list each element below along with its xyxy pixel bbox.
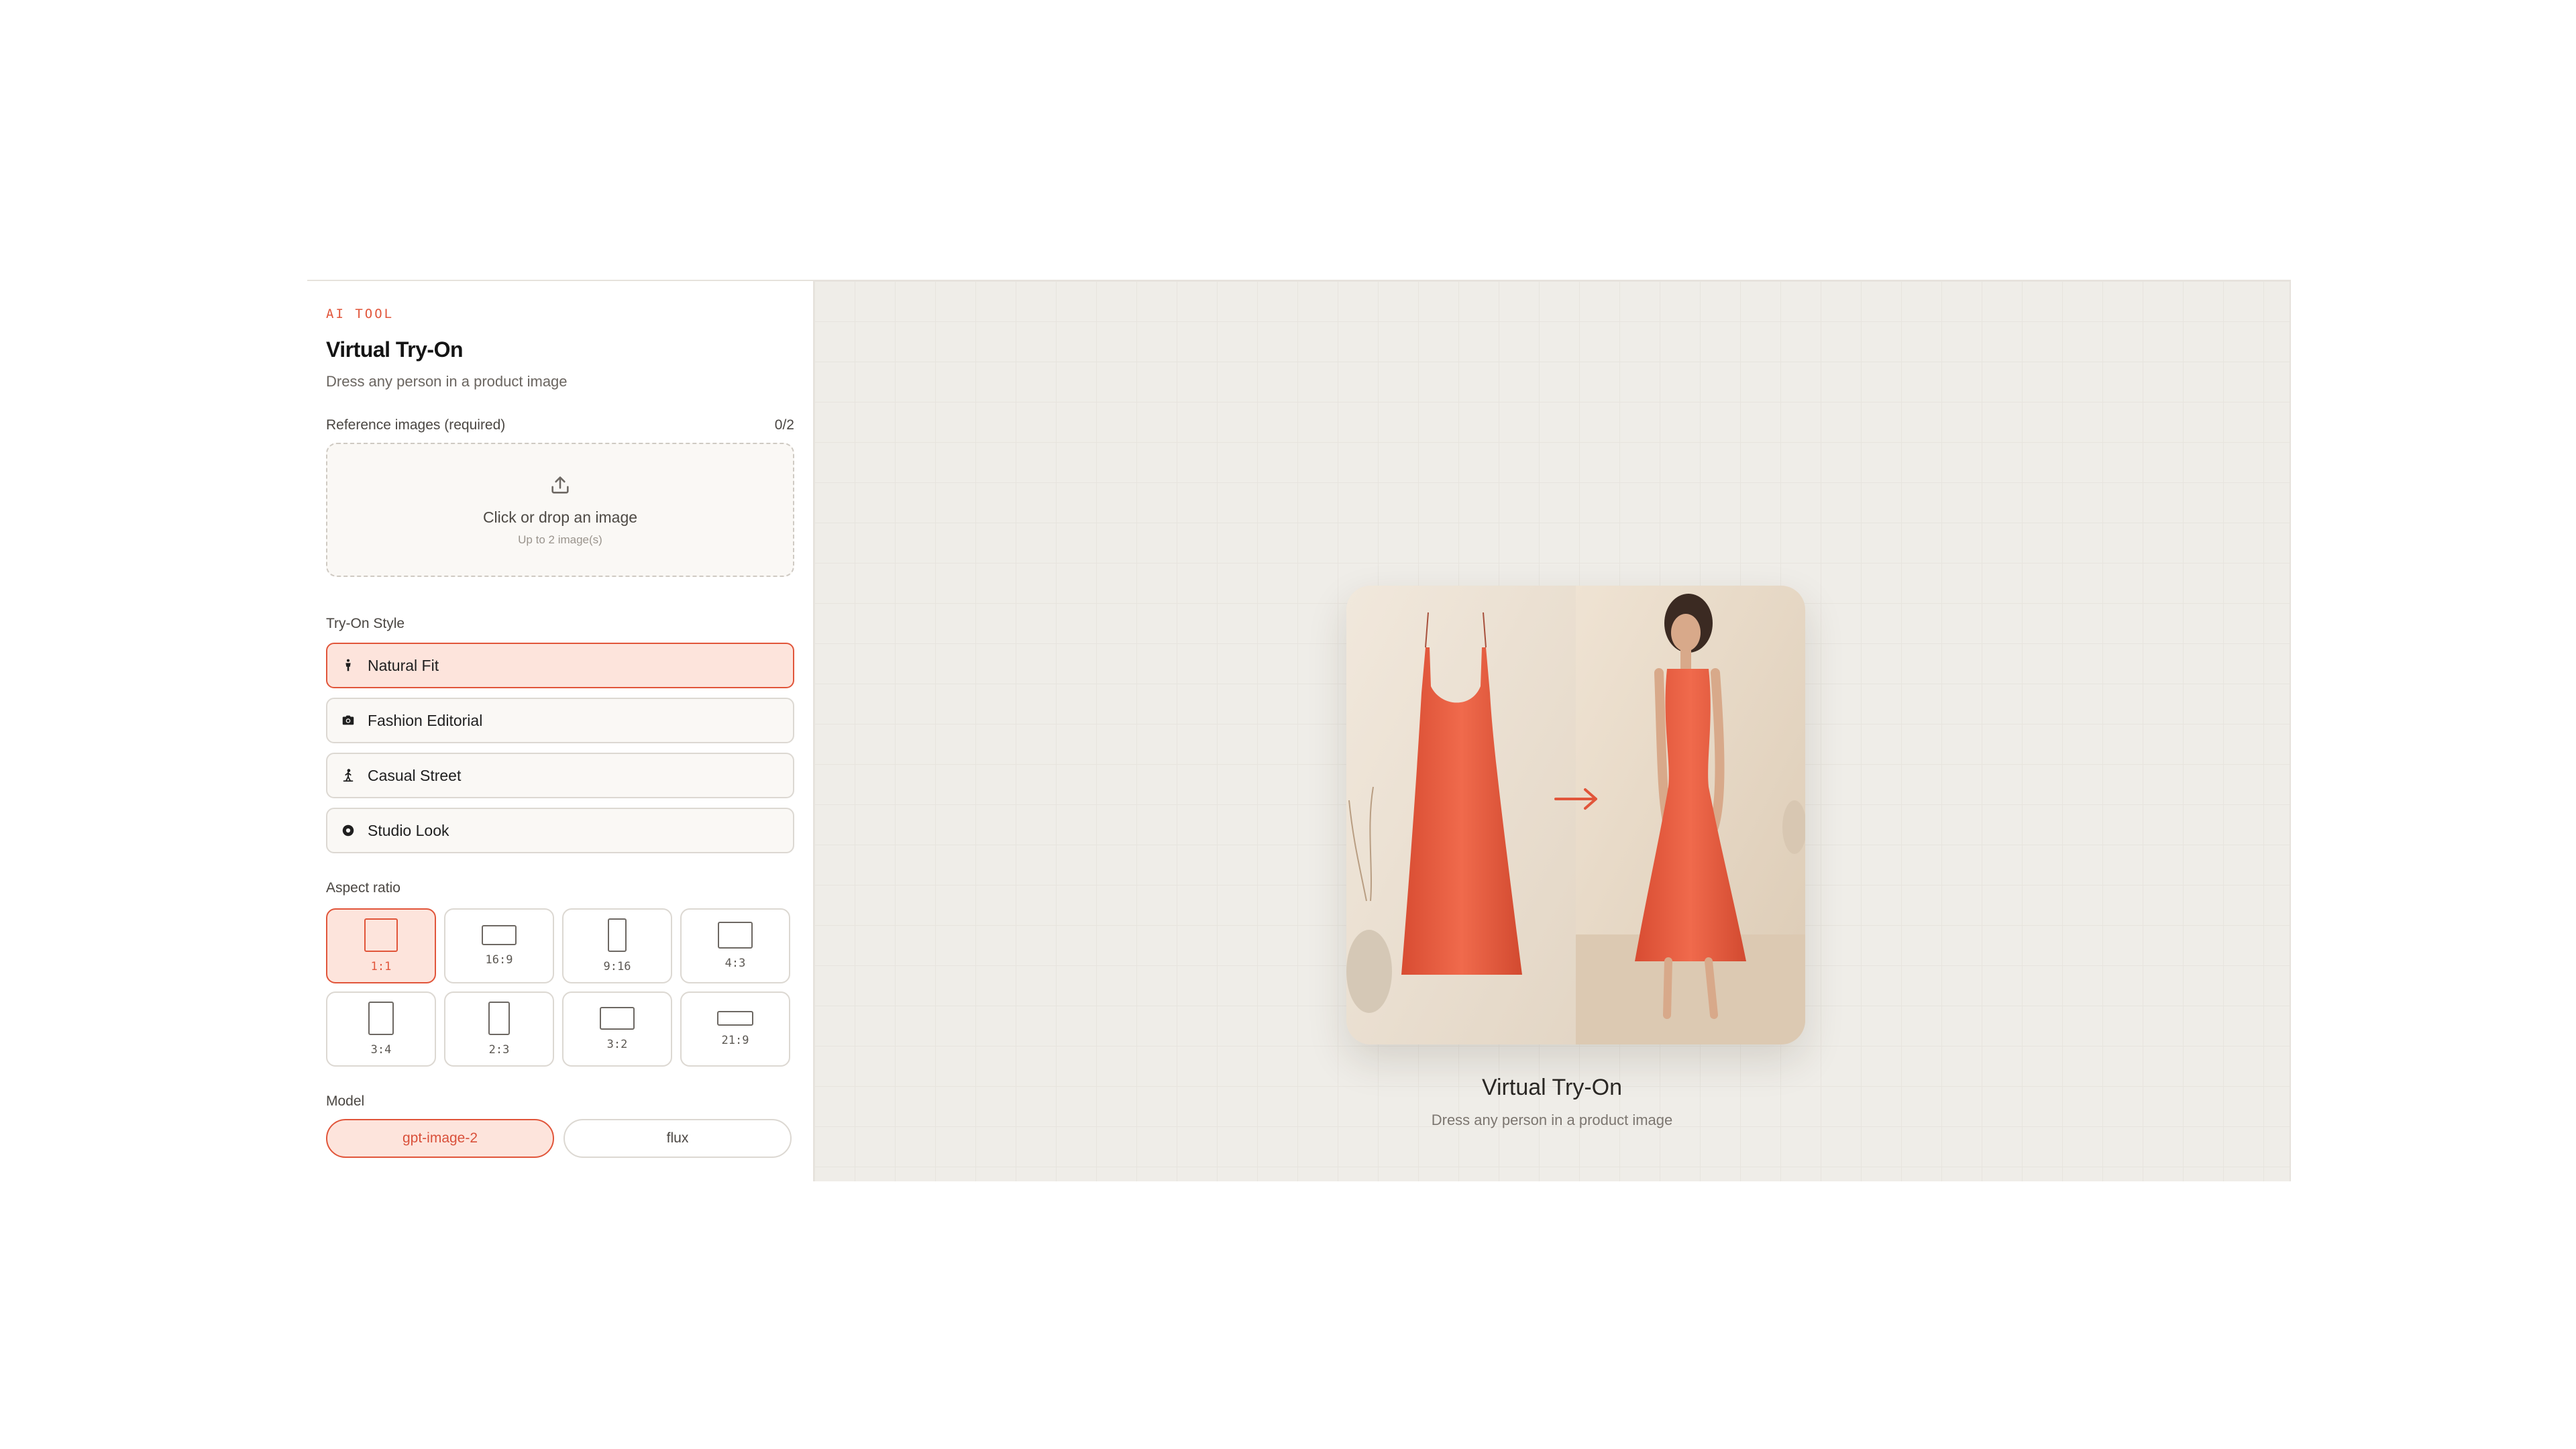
style-option-label: Fashion Editorial xyxy=(368,711,483,729)
app-window: AI TOOL Virtual Try-On Dress any person … xyxy=(307,280,2291,1181)
ratio-shape xyxy=(368,1002,394,1035)
tool-eyebrow: AI TOOL xyxy=(326,307,394,321)
aperture-icon xyxy=(339,822,357,839)
style-option-casual-street[interactable]: Casual Street xyxy=(326,753,794,798)
aspect-ratio-9-16[interactable]: 9:16 xyxy=(562,908,672,983)
upload-icon xyxy=(551,476,569,494)
aspect-ratio-21-9[interactable]: 21:9 xyxy=(680,991,790,1067)
walking-icon xyxy=(339,767,357,784)
person-icon xyxy=(339,657,357,674)
ratio-label: 21:9 xyxy=(721,1034,749,1047)
aspect-ratio-16-9[interactable]: 16:9 xyxy=(444,908,554,983)
preview-subtitle: Dress any person in a product image xyxy=(1431,1112,1673,1128)
image-dropzone[interactable]: Click or drop an image Up to 2 image(s) xyxy=(326,443,794,577)
dropzone-hint: Up to 2 image(s) xyxy=(518,533,602,546)
aspect-ratio-label: Aspect ratio xyxy=(326,880,400,896)
ratio-shape xyxy=(488,1002,510,1035)
reference-images-header: Reference images (required) 0/2 xyxy=(326,417,794,433)
reference-images-label: Reference images (required) xyxy=(326,417,506,433)
style-option-fashion-editorial[interactable]: Fashion Editorial xyxy=(326,698,794,743)
model-option-gpt-image-2[interactable]: gpt-image-2 xyxy=(326,1119,554,1158)
style-option-label: Studio Look xyxy=(368,821,449,839)
camera-icon xyxy=(339,712,357,729)
ratio-label: 3:4 xyxy=(370,1043,392,1057)
style-option-natural-fit[interactable]: Natural Fit xyxy=(326,643,794,688)
style-option-label: Casual Street xyxy=(368,766,462,784)
tool-subtitle: Dress any person in a product image xyxy=(326,373,568,390)
dropzone-text: Click or drop an image xyxy=(482,508,638,526)
preview-example-image xyxy=(1346,586,1805,1044)
tool-sidebar: AI TOOL Virtual Try-On Dress any person … xyxy=(307,281,814,1181)
ratio-label: 2:3 xyxy=(488,1043,510,1057)
ratio-shape xyxy=(608,918,627,952)
model-label: Model xyxy=(326,1093,365,1109)
model-option-flux[interactable]: flux xyxy=(564,1119,792,1158)
ratio-label: 9:16 xyxy=(603,960,631,973)
ratio-label: 1:1 xyxy=(370,960,392,973)
preview-title: Virtual Try-On xyxy=(1481,1075,1623,1100)
ratio-shape xyxy=(718,922,753,949)
style-option-label: Natural Fit xyxy=(368,656,439,674)
ratio-label: 3:2 xyxy=(606,1038,628,1051)
style-option-studio-look[interactable]: Studio Look xyxy=(326,808,794,853)
aspect-ratio-2-3[interactable]: 2:3 xyxy=(444,991,554,1067)
aspect-ratio-grid: 1:1 16:9 9:16 4:3 3:4 2:3 3:2 21:9 xyxy=(326,908,794,1067)
ratio-shape xyxy=(482,925,517,945)
reference-images-count: 0/2 xyxy=(774,417,794,433)
model-selector: gpt-image-2 flux xyxy=(326,1119,794,1158)
ratio-shape xyxy=(600,1007,635,1030)
ratio-shape xyxy=(364,918,398,952)
preview-canvas: Virtual Try-On Dress any person in a pro… xyxy=(814,281,2291,1181)
aspect-ratio-4-3[interactable]: 4:3 xyxy=(680,908,790,983)
aspect-ratio-3-2[interactable]: 3:2 xyxy=(562,991,672,1067)
aspect-ratio-1-1[interactable]: 1:1 xyxy=(326,908,436,983)
try-on-style-list: Natural Fit Fashion Editorial Casual Str… xyxy=(326,643,794,853)
try-on-style-label: Try-On Style xyxy=(326,616,405,631)
ratio-label: 4:3 xyxy=(724,957,746,970)
before-after-illustration xyxy=(1346,586,1805,1044)
ratio-label: 16:9 xyxy=(485,953,513,967)
tool-title: Virtual Try-On xyxy=(326,337,464,362)
ratio-shape xyxy=(717,1011,753,1026)
aspect-ratio-3-4[interactable]: 3:4 xyxy=(326,991,436,1067)
